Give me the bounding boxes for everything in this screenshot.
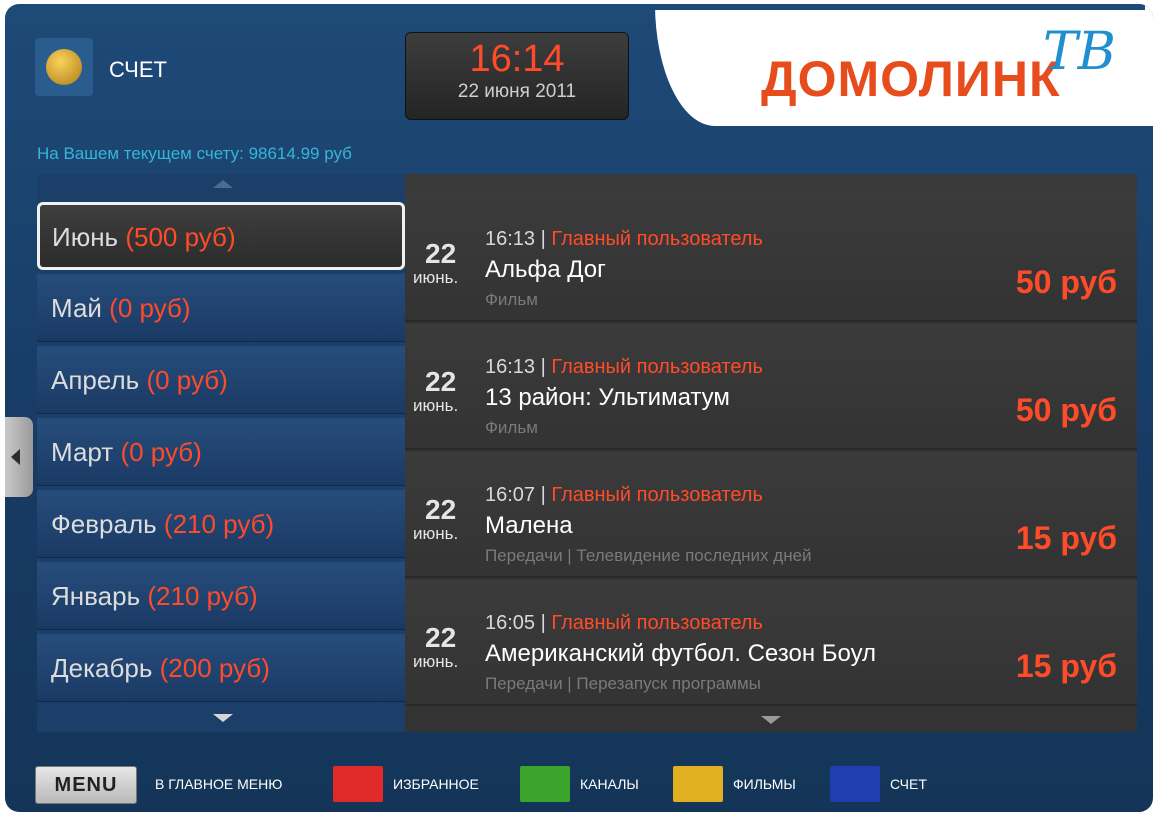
month-amount: (0 руб) [120,437,202,467]
brand-logo-suffix: ТВ [1043,22,1116,82]
transaction-row[interactable]: 22 июнь. 16:13 | Главный пользователь 13… [405,324,1137,450]
transaction-meta: 16:13 | Главный пользователь [485,356,763,379]
month-amount: (210 руб) [163,509,275,539]
transaction-day: 22 [425,494,457,525]
transaction-time: 16:07 [485,484,536,506]
transaction-meta: 16:13 | Главный пользователь [485,228,763,251]
transaction-user: Главный пользователь [551,356,763,378]
transaction-user: Главный пользователь [551,612,763,634]
clock: 16:14 22 июня 2011 [405,32,629,120]
separator: | [535,484,552,506]
transaction-price: 15 руб [1015,648,1117,684]
channels-label: КАНАЛЫ [580,776,639,792]
transaction-title: Альфа Дог [485,256,606,283]
footer-bar: MENU В ГЛАВНОЕ МЕНЮ ИЗБРАННОЕ КАНАЛЫ ФИЛ… [5,756,1153,804]
clock-time: 16:14 [469,38,565,80]
month-item[interactable]: Декабрь (200 руб) [37,634,405,702]
transaction-month: июнь. [413,524,459,543]
chevron-left-icon [11,449,20,465]
transaction-month: июнь. [413,652,459,671]
transaction-subtitle: Передачи | Перезапуск программы [485,674,761,693]
transaction-price: 50 руб [1015,392,1117,428]
transaction-title: Малена [485,512,573,539]
transaction-month: июнь. [413,268,459,287]
month-item[interactable]: Январь (210 руб) [37,562,405,630]
transaction-subtitle: Фильм [485,290,538,309]
month-amount: (210 руб) [147,581,258,611]
transaction-time: 16:05 [485,612,536,634]
arrow-down-icon[interactable] [213,714,233,722]
menu-button[interactable]: MENU [35,766,137,804]
month-name: Январь [51,581,141,611]
month-name: Май [51,293,102,323]
transaction-subtitle: Передачи | Телевидение последних дней [485,546,812,565]
month-item[interactable]: Март (0 руб) [37,418,405,486]
account-label: СЧЕТ [890,776,927,792]
month-amount: (500 руб) [125,222,236,252]
transaction-subtitle: Фильм [485,418,538,437]
brand-logo: ДОМОЛИНК [761,51,1061,107]
transaction-day: 22 [425,622,457,653]
transaction-day: 22 [425,366,457,397]
separator: | [535,612,552,634]
month-item[interactable]: Апрель (0 руб) [37,346,405,414]
month-amount: (200 руб) [159,653,270,683]
yellow-key-button[interactable] [673,766,723,802]
transaction-title: 13 район: Ультиматум [485,384,730,411]
transaction-user: Главный пользователь [551,228,763,250]
clock-date: 22 июня 2011 [457,81,577,102]
month-item[interactable]: Февраль (210 руб) [37,490,405,558]
transaction-day: 22 [425,238,457,269]
page-title: СЧЕТ [109,57,167,82]
favorites-label: ИЗБРАННОЕ [393,776,479,792]
green-key-button[interactable] [520,766,570,802]
month-item[interactable]: Июнь (500 руб) [37,202,405,270]
transaction-time: 16:13 [485,228,536,250]
transaction-price: 50 руб [1015,264,1117,300]
month-list: Июнь (500 руб) Май (0 руб) Апрель (0 руб… [37,174,407,732]
arrow-up-icon[interactable] [213,180,233,188]
arrow-down-icon[interactable] [761,716,781,724]
coins-bag-icon [35,38,93,96]
transaction-month: июнь. [413,396,459,415]
transaction-row[interactable]: 22 июнь. 16:07 | Главный пользователь Ма… [405,452,1137,578]
transaction-list: 22 июнь. 16:13 | Главный пользователь Ал… [405,174,1137,732]
transaction-time: 16:13 [485,356,536,378]
transaction-user: Главный пользователь [551,484,763,506]
transaction-meta: 16:07 | Главный пользователь [485,484,763,507]
app-window: ДОМОЛИНК ТВ СЧЕТ 16:14 22 июня 2011 На В… [5,4,1153,812]
transaction-title: Американский футбол. Сезон Боул [485,640,877,667]
account-balance: На Вашем текущем счету: 98614.99 руб [37,144,352,163]
month-name: Июнь [52,222,119,252]
month-name: Апрель [51,365,140,395]
blue-key-button[interactable] [830,766,880,802]
month-name: Февраль [51,509,157,539]
month-amount: (0 руб) [146,365,228,395]
side-tab[interactable] [5,417,33,497]
transaction-row[interactable]: 22 июнь. 16:05 | Главный пользователь Ам… [405,580,1137,706]
transaction-row[interactable]: 22 июнь. 16:13 | Главный пользователь Ал… [405,196,1137,322]
separator: | [535,228,552,250]
movies-label: ФИЛЬМЫ [733,776,796,792]
list-header [405,174,1137,197]
separator: | [535,356,552,378]
month-item[interactable]: Май (0 руб) [37,274,405,342]
brand-panel: ДОМОЛИНК ТВ [645,4,1153,126]
month-name: Декабрь [51,653,153,683]
month-amount: (0 руб) [109,293,191,323]
red-key-button[interactable] [333,766,383,802]
month-name: Март [51,437,114,467]
main-menu-label: В ГЛАВНОЕ МЕНЮ [155,776,283,792]
transaction-price: 15 руб [1015,520,1117,556]
transaction-meta: 16:05 | Главный пользователь [485,612,763,635]
